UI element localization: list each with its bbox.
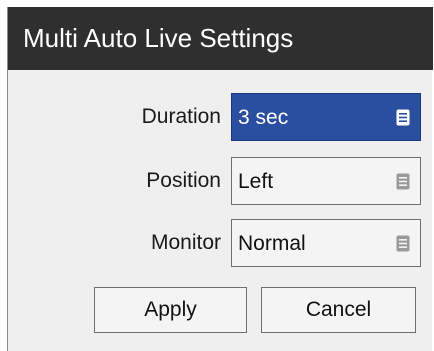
position-select[interactable]: Left [231, 157, 421, 205]
position-value: Left [238, 170, 274, 193]
settings-dialog: Multi Auto Live Settings Duration 3 sec … [7, 7, 433, 351]
apply-button[interactable]: Apply [94, 287, 247, 333]
monitor-label: Monitor [150, 231, 221, 254]
monitor-value: Normal [238, 232, 306, 255]
position-row: Position Left [8, 157, 433, 205]
monitor-row: Monitor Normal [8, 219, 433, 267]
duration-label: Duration [141, 105, 221, 128]
cancel-button[interactable]: Cancel [261, 287, 416, 333]
duration-select[interactable]: 3 sec [231, 93, 421, 141]
dialog-title: Multi Auto Live Settings [8, 7, 433, 70]
monitor-select[interactable]: Normal [231, 219, 421, 267]
list-icon [396, 173, 410, 190]
duration-value: 3 sec [238, 106, 289, 129]
position-label: Position [146, 169, 221, 192]
duration-row: Duration 3 sec [8, 93, 433, 141]
list-icon [396, 235, 410, 252]
list-icon [396, 109, 410, 126]
